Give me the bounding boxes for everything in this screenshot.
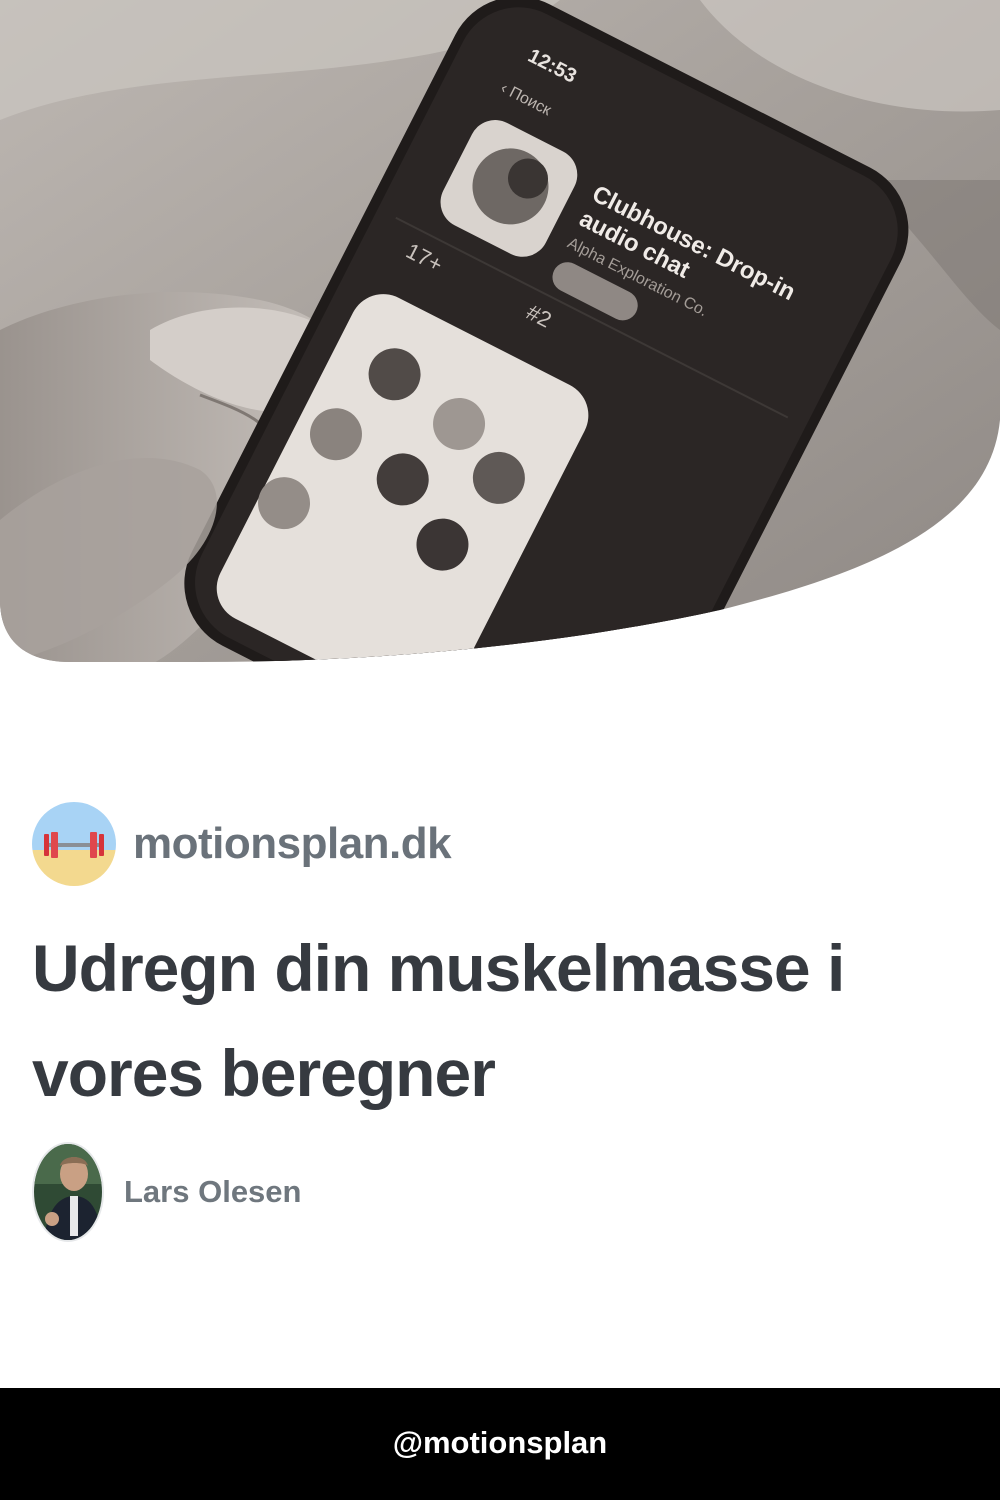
author-name[interactable]: Lars Olesen [124, 1174, 301, 1210]
site-name[interactable]: motionsplan.dk [133, 819, 452, 869]
footer-handle[interactable]: @motionsplan [393, 1425, 608, 1461]
footer-bar: @motionsplan [0, 1388, 1000, 1500]
barbell-icon [32, 802, 116, 886]
hero-image: 12:53 ‹ Поиск Clubhouse: Drop-in audio c… [0, 0, 1000, 665]
article-title: Udregn din muskelmasse i vores beregner [32, 931, 845, 1110]
site-header[interactable]: motionsplan.dk [32, 802, 452, 886]
author-avatar[interactable] [32, 1142, 104, 1242]
author-byline[interactable]: Lars Olesen [32, 1142, 301, 1242]
